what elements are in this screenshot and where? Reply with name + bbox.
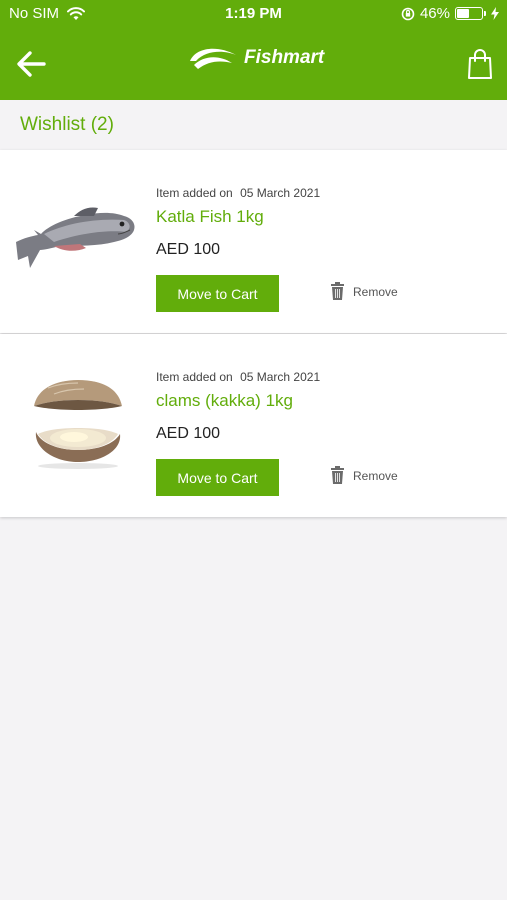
added-date: 05 March 2021 <box>240 370 321 384</box>
cart-button[interactable] <box>466 48 496 80</box>
brand-name: Fishmart <box>244 47 325 68</box>
added-on-text: Item added on <box>156 370 233 384</box>
item-added-label: Item added on 05 March 2021 <box>156 186 320 200</box>
fish-logo-icon <box>190 48 236 69</box>
status-bar: No SIM 1:19 PM 46% <box>0 0 507 28</box>
back-arrow-icon <box>17 51 46 77</box>
back-button[interactable] <box>14 48 50 80</box>
trash-icon <box>331 282 344 300</box>
product-name[interactable]: Katla Fish 1kg <box>156 207 264 227</box>
product-price: AED 100 <box>156 425 221 442</box>
battery-icon <box>455 7 486 20</box>
product-price: AED 100 <box>156 241 221 258</box>
wishlist-item: Item added on 05 March 2021 clams (kakka… <box>0 334 507 517</box>
remove-label: Remove <box>353 284 398 299</box>
move-to-cart-button[interactable]: Move to Cart <box>156 275 279 312</box>
remove-button[interactable]: Remove <box>330 466 398 485</box>
wishlist-title: Wishlist (2) <box>20 114 114 135</box>
app-header: No SIM 1:19 PM 46% Fishmart <box>0 0 507 100</box>
remove-label: Remove <box>353 468 398 483</box>
brand-logo: Fishmart <box>188 40 324 76</box>
shopping-bag-icon <box>468 49 492 79</box>
item-added-label: Item added on 05 March 2021 <box>156 370 320 384</box>
battery-percent: 46% <box>419 5 450 22</box>
charging-bolt-icon <box>491 7 499 20</box>
added-date: 05 March 2021 <box>240 186 321 200</box>
status-right: 46% <box>401 5 499 22</box>
remove-button[interactable]: Remove <box>330 282 398 301</box>
orientation-lock-icon <box>401 7 415 20</box>
clam-image[interactable] <box>14 374 138 470</box>
product-name[interactable]: clams (kakka) 1kg <box>156 391 293 411</box>
move-to-cart-button[interactable]: Move to Cart <box>156 459 279 496</box>
added-on-text: Item added on <box>156 186 233 200</box>
wishlist-item: Item added on 05 March 2021 Katla Fish 1… <box>0 150 507 333</box>
trash-icon <box>331 466 344 484</box>
fish-image[interactable] <box>14 190 138 286</box>
